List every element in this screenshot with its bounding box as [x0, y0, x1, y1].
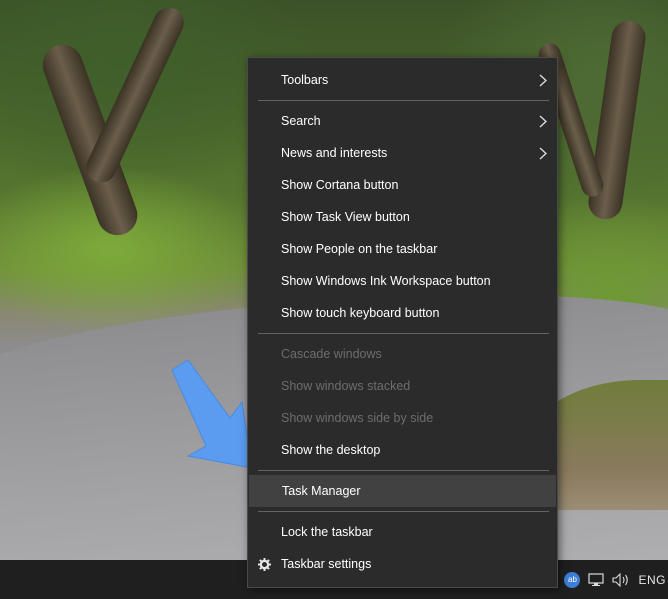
- chevron-right-icon: [539, 137, 547, 169]
- menu-item-label: Show windows stacked: [281, 379, 411, 393]
- menu-item-search[interactable]: Search: [248, 105, 557, 137]
- gear-icon: [258, 548, 271, 580]
- menu-item-toolbars[interactable]: Toolbars: [248, 64, 557, 96]
- menu-item-label: Show Cortana button: [281, 178, 399, 192]
- menu-item-show-desktop[interactable]: Show the desktop: [248, 434, 557, 466]
- menu-item-windows-side-by-side: Show windows side by side: [248, 402, 557, 434]
- menu-item-label: Show People on the taskbar: [281, 242, 438, 256]
- menu-item-label: Cascade windows: [281, 347, 382, 361]
- menu-item-task-manager[interactable]: Task Manager: [249, 475, 556, 507]
- menu-item-label: Lock the taskbar: [281, 525, 373, 539]
- menu-item-label: Search: [281, 114, 321, 128]
- chevron-right-icon: [539, 64, 547, 96]
- menu-item-label: Toolbars: [281, 73, 329, 87]
- menu-item-label: Show Task View button: [281, 210, 410, 224]
- menu-item-windows-stacked: Show windows stacked: [248, 370, 557, 402]
- tree-trunk: [81, 2, 189, 188]
- menu-item-show-touch-keyboard[interactable]: Show touch keyboard button: [248, 297, 557, 329]
- menu-separator: [258, 470, 549, 471]
- menu-item-show-task-view[interactable]: Show Task View button: [248, 201, 557, 233]
- menu-item-label: Show Windows Ink Workspace button: [281, 274, 491, 288]
- menu-item-show-cortana[interactable]: Show Cortana button: [248, 169, 557, 201]
- menu-item-label: Taskbar settings: [281, 557, 372, 571]
- menu-item-label: News and interests: [281, 146, 388, 160]
- menu-item-taskbar-settings[interactable]: Taskbar settings: [248, 548, 557, 580]
- menu-separator: [258, 100, 549, 101]
- chevron-right-icon: [539, 105, 547, 137]
- menu-item-news-and-interests[interactable]: News and interests: [248, 137, 557, 169]
- menu-item-cascade-windows: Cascade windows: [248, 338, 557, 370]
- menu-item-lock-taskbar[interactable]: Lock the taskbar: [248, 516, 557, 548]
- language-indicator[interactable]: ENG: [638, 573, 666, 587]
- menu-item-label: Task Manager: [282, 484, 361, 498]
- volume-icon[interactable]: [612, 572, 630, 587]
- network-icon[interactable]: [588, 572, 605, 587]
- menu-item-label: Show windows side by side: [281, 411, 434, 425]
- menu-separator: [258, 511, 549, 512]
- system-tray: ab ENG: [548, 560, 668, 599]
- menu-separator: [258, 333, 549, 334]
- menu-item-show-ink-workspace[interactable]: Show Windows Ink Workspace button: [248, 265, 557, 297]
- menu-item-label: Show touch keyboard button: [281, 306, 440, 320]
- input-method-icon[interactable]: ab: [564, 571, 581, 588]
- menu-item-label: Show the desktop: [281, 443, 381, 457]
- menu-item-show-people[interactable]: Show People on the taskbar: [248, 233, 557, 265]
- taskbar-context-menu: Toolbars Search News and interests Show …: [247, 57, 558, 588]
